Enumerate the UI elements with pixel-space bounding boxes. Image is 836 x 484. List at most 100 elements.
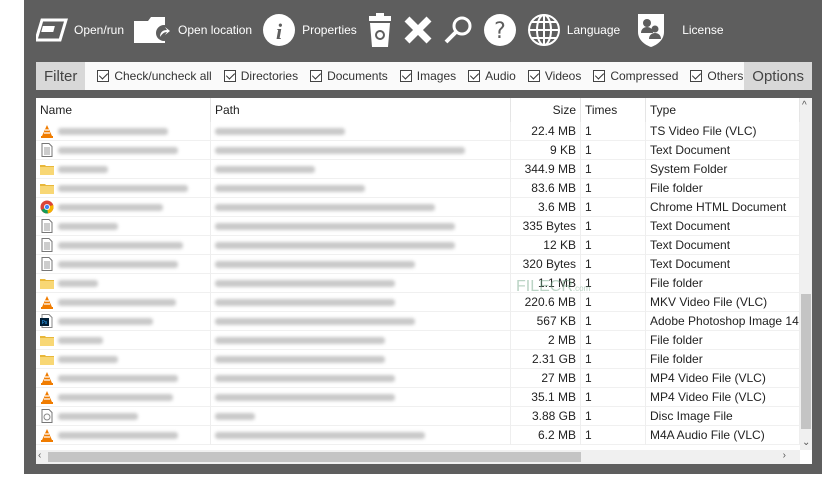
table-row[interactable]: 320 Bytes 1 Text Document xyxy=(36,254,800,274)
documents-checkbox[interactable]: Documents xyxy=(310,69,388,83)
delete-button[interactable] xyxy=(403,15,433,45)
cell-name xyxy=(36,368,211,388)
blurred-name xyxy=(58,203,163,211)
scroll-down-icon[interactable]: ⌄ xyxy=(802,437,810,448)
table-row[interactable]: 220.6 MB 1 MKV Video File (VLC) xyxy=(36,292,800,312)
others-checkbox[interactable]: Others xyxy=(690,69,743,83)
cell-type: MP4 Video File (VLC) xyxy=(646,387,800,407)
column-name[interactable]: Name xyxy=(36,98,211,122)
column-times[interactable]: Times xyxy=(581,98,646,122)
blurred-name xyxy=(58,298,176,306)
cell-type: File folder xyxy=(646,349,800,369)
table-row[interactable]: Ps 567 KB 1 Adobe Photoshop Image 14 xyxy=(36,311,800,331)
text-file-icon xyxy=(40,257,54,271)
cell-path xyxy=(211,406,511,426)
license-button[interactable]: License xyxy=(636,12,724,48)
table-row[interactable]: 2 MB 1 File folder xyxy=(36,330,800,350)
table-row[interactable]: 335 Bytes 1 Text Document xyxy=(36,216,800,236)
table-row[interactable]: 2.31 GB 1 File folder xyxy=(36,349,800,369)
help-button[interactable]: ? xyxy=(483,13,517,47)
table-row[interactable]: 9 KB 1 Text Document xyxy=(36,140,800,160)
open-location-button[interactable]: Open location xyxy=(134,15,252,45)
blurred-path xyxy=(215,393,395,401)
text-file-icon xyxy=(40,143,54,157)
table-row[interactable]: 27 MB 1 MP4 Video File (VLC) xyxy=(36,368,800,388)
cell-name xyxy=(36,387,211,407)
cell-name xyxy=(36,178,211,198)
table-row[interactable]: 22.4 MB 1 TS Video File (VLC) xyxy=(36,121,800,141)
blurred-name xyxy=(58,431,178,439)
table-row[interactable]: 3.6 MB 1 Chrome HTML Document xyxy=(36,197,800,217)
column-size[interactable]: Size xyxy=(511,98,581,122)
close-icon xyxy=(404,16,432,44)
scroll-left-icon[interactable]: ‹ xyxy=(38,450,41,461)
options-button[interactable]: Options xyxy=(744,62,812,90)
videos-checkbox[interactable]: Videos xyxy=(527,69,581,83)
search-button[interactable] xyxy=(443,15,473,45)
cell-name xyxy=(36,121,211,141)
cell-size: 83.6 MB xyxy=(511,178,581,198)
cell-times: 1 xyxy=(581,292,646,312)
cell-name xyxy=(36,292,211,312)
cell-size: 27 MB xyxy=(511,368,581,388)
scroll-right-icon[interactable]: › xyxy=(783,450,786,461)
blurred-name xyxy=(58,355,118,363)
text-file-icon xyxy=(40,219,54,233)
table-row[interactable]: 1.1 MB 1 File folder xyxy=(36,273,800,293)
language-button[interactable]: Language xyxy=(527,13,620,47)
cell-size: 3.6 MB xyxy=(511,197,581,217)
blurred-name xyxy=(58,336,103,344)
horizontal-scroll-thumb[interactable] xyxy=(48,452,581,462)
images-checkbox[interactable]: Images xyxy=(399,69,456,83)
blurred-path xyxy=(215,374,395,382)
cell-size: 35.1 MB xyxy=(511,387,581,407)
cell-size: 320 Bytes xyxy=(511,254,581,274)
cell-size: 335 Bytes xyxy=(511,216,581,236)
cell-path xyxy=(211,368,511,388)
directories-checkbox[interactable]: Directories xyxy=(223,69,298,83)
compressed-checkbox[interactable]: Compressed xyxy=(593,69,678,83)
table-row[interactable]: 83.6 MB 1 File folder xyxy=(36,178,800,198)
cell-type: Text Document xyxy=(646,140,800,160)
table-row[interactable]: 3.88 GB 1 Disc Image File xyxy=(36,406,800,426)
cell-times: 1 xyxy=(581,349,646,369)
svg-text:i: i xyxy=(276,19,283,44)
cell-times: 1 xyxy=(581,121,646,141)
table-row[interactable]: 35.1 MB 1 MP4 Video File (VLC) xyxy=(36,387,800,407)
vertical-scroll-thumb[interactable] xyxy=(801,294,811,429)
horizontal-scrollbar[interactable]: ‹ › xyxy=(36,450,800,464)
blurred-name xyxy=(58,165,108,173)
cell-path xyxy=(211,235,511,255)
cell-path xyxy=(211,216,511,236)
recycle-button[interactable] xyxy=(367,12,393,48)
blurred-name xyxy=(58,279,98,287)
column-path[interactable]: Path xyxy=(211,98,511,122)
column-type[interactable]: Type xyxy=(646,98,800,122)
cell-size: 220.6 MB xyxy=(511,292,581,312)
table-row[interactable]: 12 KB 1 Text Document xyxy=(36,235,800,255)
table-row[interactable]: 6.2 MB 1 M4A Audio File (VLC) xyxy=(36,425,800,445)
cell-times: 1 xyxy=(581,368,646,388)
check-all-checkbox[interactable]: Check/uncheck all xyxy=(97,69,212,83)
cell-path xyxy=(211,178,511,198)
cell-name xyxy=(36,273,211,293)
open-run-button[interactable]: Open/run xyxy=(36,18,124,42)
cell-type: System Folder xyxy=(646,159,800,179)
cell-size: 344.9 MB xyxy=(511,159,581,179)
audio-checkbox[interactable]: Audio xyxy=(468,69,516,83)
cell-times: 1 xyxy=(581,273,646,293)
table-body: 22.4 MB 1 TS Video File (VLC) 9 KB 1 Tex… xyxy=(36,121,800,445)
folder-file-icon xyxy=(40,162,54,176)
blurred-path xyxy=(215,355,385,363)
vertical-scrollbar[interactable]: ^ ⌄ xyxy=(800,98,812,450)
cell-name xyxy=(36,406,211,426)
cell-times: 1 xyxy=(581,254,646,274)
app-window: Open/run Open location i Properties ? La… xyxy=(24,0,822,474)
table-row[interactable]: 344.9 MB 1 System Folder xyxy=(36,159,800,179)
svg-text:Ps: Ps xyxy=(42,320,48,326)
properties-button[interactable]: i Properties xyxy=(262,13,357,47)
cell-name xyxy=(36,140,211,160)
cell-times: 1 xyxy=(581,140,646,160)
toolbar: Open/run Open location i Properties ? La… xyxy=(24,0,822,60)
scroll-up-icon[interactable]: ^ xyxy=(802,100,807,111)
